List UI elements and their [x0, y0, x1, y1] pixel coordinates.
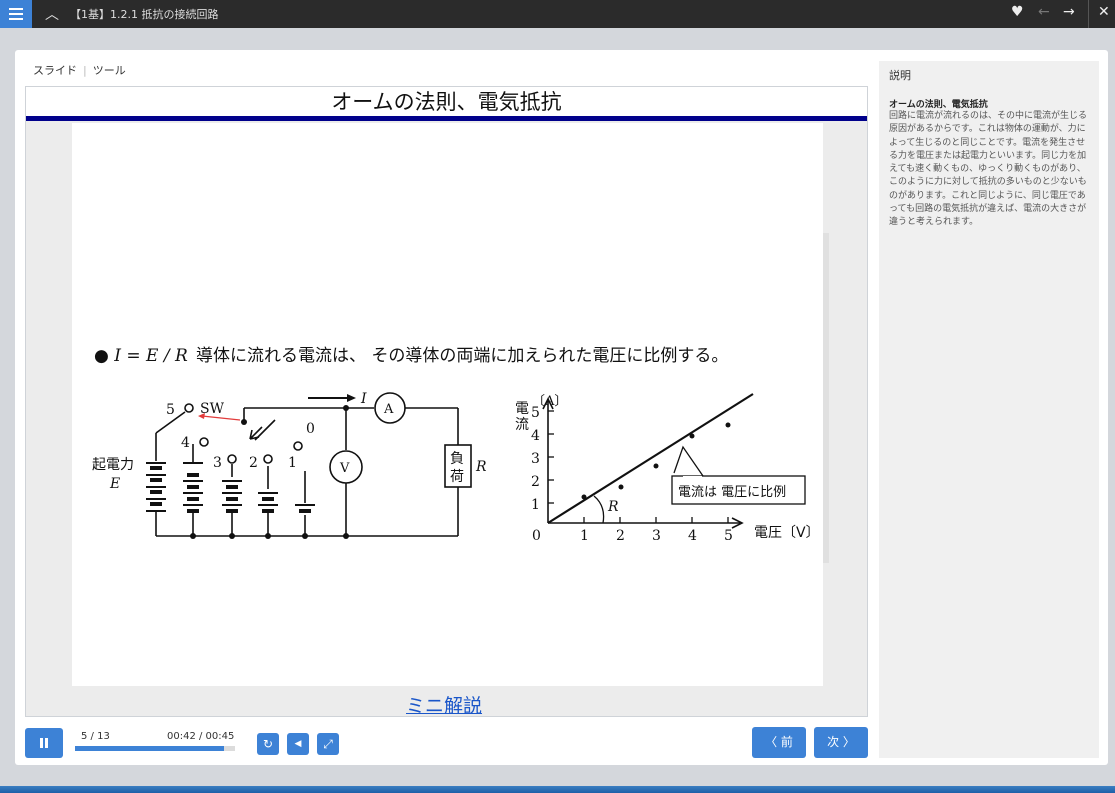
y-tick-4: 4 — [531, 428, 540, 444]
statement: 導体に流れる電流は、 その導体の両端に加えられた電圧に比例する。 — [196, 346, 728, 366]
current-symbol: I — [360, 391, 367, 407]
progress-fill — [75, 746, 224, 751]
close-icon[interactable]: ✕ — [1098, 4, 1110, 20]
switch-pos-1: 1 — [288, 455, 297, 471]
slide-counter: 5 / 13 — [81, 731, 110, 742]
voltmeter-label: V — [339, 461, 350, 476]
panel-heading: オームの法則、電気抵抗 — [889, 100, 988, 110]
title-rule — [26, 116, 867, 121]
current-arrowhead — [347, 394, 356, 402]
circuit-labels: 5 SW 4 3 2 1 0 起電力 E I A V 負 荷 R — [92, 391, 487, 492]
y-tick-5: 5 — [531, 405, 540, 421]
prev-button[interactable]: 〈 前 — [752, 727, 806, 758]
slide-title: オームの法則、電気抵抗 — [26, 87, 867, 117]
switch-pos-5: 5 — [166, 402, 175, 418]
formula: ● I = E / R — [94, 346, 188, 366]
slide-shadow — [823, 233, 829, 563]
load-label-2: 荷 — [450, 469, 464, 485]
menu-icon[interactable] — [0, 0, 32, 28]
pause-button[interactable] — [25, 728, 63, 758]
chevron-up-icon[interactable]: ︿ — [45, 4, 59, 24]
callout-text: 電流は 電圧に比例 — [678, 485, 786, 500]
ammeter-label: A — [383, 402, 394, 417]
top-bar: ︿ 【1基】1.2.1 抵抗の接続回路 ♥ ← → ✕ — [0, 0, 1115, 28]
x-tick-2: 2 — [616, 528, 625, 544]
slide-figure: ● I = E / R 導体に流れる電流は、 その導体の両端に加えられた電圧に比… — [92, 346, 820, 544]
switch-pos-4: 4 — [181, 435, 190, 451]
lesson-title: 【1基】1.2.1 抵抗の接続回路 — [70, 8, 219, 21]
progress-bar[interactable] — [75, 746, 235, 751]
view-tabs: スライド | ツール — [33, 62, 126, 78]
time-display: 00:42 / 00:45 — [167, 731, 235, 742]
y-label-1: 電 — [515, 401, 529, 417]
origin-label: 0 — [532, 528, 541, 544]
panel-label: 説明 — [889, 69, 911, 82]
divider — [1088, 0, 1089, 28]
y-tick-2: 2 — [531, 474, 540, 490]
panel-body: 回路に電流が流れるのは、その中に電流が生じる原因があるからです。これは物体の運動… — [889, 111, 1088, 228]
graph-labels: 電 流 〔A〕 1 2 3 4 5 0 1 2 3 4 5 電圧〔V〕 R — [515, 394, 820, 544]
slide-canvas: ● I = E / R 導体に流れる電流は、 その導体の両端に加えられた電圧に比… — [72, 123, 823, 686]
load-label-1: 負 — [450, 451, 464, 467]
slide-frame: オームの法則、電気抵抗 ● I = E / R 導体に流れる電流は、 その導体の… — [25, 86, 868, 717]
switch-pos-2: 2 — [249, 455, 258, 471]
tab-slide[interactable]: スライド — [33, 64, 77, 77]
switch-pos-3: 3 — [213, 455, 222, 471]
volume-icon[interactable]: ◀ — [287, 733, 309, 755]
switch-pos-0: 0 — [306, 421, 315, 437]
x-tick-3: 3 — [652, 528, 661, 544]
switch-label: SW — [200, 401, 225, 417]
fullscreen-icon[interactable]: ⤢ — [317, 733, 339, 755]
explanation-panel: 説明 オームの法則、電気抵抗 回路に電流が流れるのは、その中に電流が生じる原因が… — [879, 61, 1099, 758]
taskbar — [0, 786, 1115, 793]
x-label: 電圧〔V〕 — [754, 525, 820, 541]
x-tick-4: 4 — [688, 528, 697, 544]
callout-pointer — [673, 445, 704, 477]
arrow-right-icon[interactable]: → — [1063, 4, 1075, 20]
y-tick-1: 1 — [531, 497, 540, 513]
y-label-2: 流 — [515, 417, 529, 433]
tab-tool[interactable]: ツール — [93, 64, 126, 77]
graph-axes — [542, 393, 754, 529]
mini-explanation-link[interactable]: ミニ解説 — [406, 691, 482, 716]
y-tick-3: 3 — [531, 451, 540, 467]
tab-separator: | — [83, 64, 87, 77]
load-symbol: R — [475, 459, 487, 475]
emf-symbol: E — [109, 476, 120, 492]
replay-icon[interactable]: ↻ — [257, 733, 279, 755]
heart-icon[interactable]: ♥ — [1011, 4, 1024, 20]
next-button[interactable]: 次 〉 — [814, 727, 868, 758]
x-tick-5: 5 — [724, 528, 733, 544]
slope-label: R — [607, 499, 619, 515]
emf-label: 起電力 — [92, 457, 134, 473]
x-tick-1: 1 — [580, 528, 589, 544]
content-card: スライド | ツール オームの法則、電気抵抗 ● I = E / R 導体に流れる電… — [15, 50, 1108, 765]
arrow-left-icon[interactable]: ← — [1038, 4, 1050, 20]
